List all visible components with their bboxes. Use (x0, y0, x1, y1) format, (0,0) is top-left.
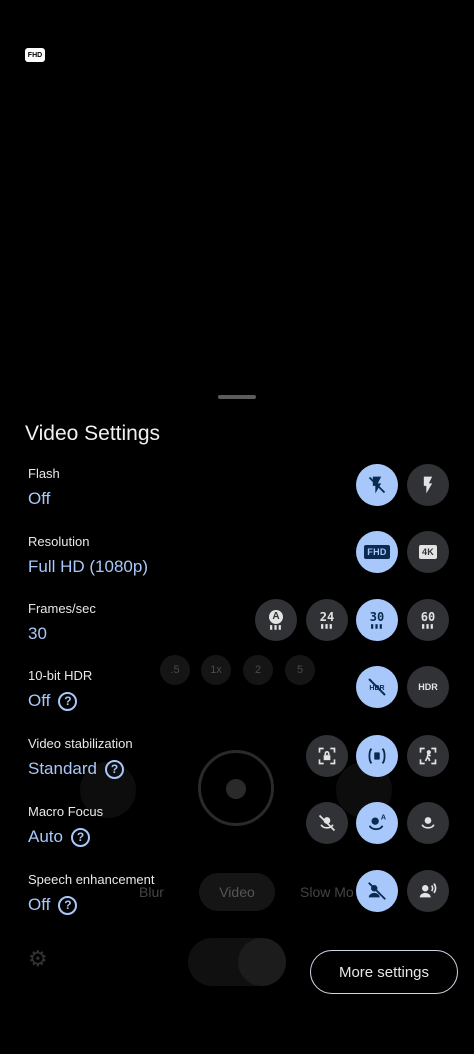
resolution-value-text: Full HD (1080p) (28, 557, 148, 576)
more-settings-button[interactable]: More settings (310, 950, 458, 994)
speech-on-icon (419, 883, 437, 898)
fps-24-button[interactable]: 24 ▮▮▮ (306, 599, 348, 641)
flash-off-icon (368, 476, 386, 494)
resolution-fhd-button[interactable]: FHD (356, 531, 398, 573)
macro-label: Macro Focus (28, 804, 104, 819)
speech-value: Off? (28, 895, 78, 915)
speech-label: Speech enhancement (28, 872, 155, 887)
hdr-off-icon: HDR (368, 678, 386, 696)
speech-off-icon (368, 882, 386, 900)
stabilization-help-icon[interactable]: ? (105, 759, 124, 779)
fps-30-icon: 30 ▮▮▮ (369, 609, 385, 630)
fps-auto-icon: A ▮▮▮ (269, 609, 283, 631)
sheet-drag-handle[interactable] (218, 395, 256, 399)
speech-help-icon[interactable]: ? (58, 895, 78, 915)
fps-60-text: 60 (420, 609, 436, 624)
macro-value: Auto? (28, 827, 90, 847)
fps-auto-button[interactable]: A ▮▮▮ (255, 599, 297, 641)
resolution-4k-button[interactable]: 4K (407, 531, 449, 573)
hdr-on-icon: HDR (418, 682, 438, 692)
hdr-help-icon[interactable]: ? (58, 691, 78, 711)
stabilization-active-icon (419, 747, 437, 765)
flash-off-button[interactable] (356, 464, 398, 506)
flash-on-icon (423, 476, 433, 494)
fps-60-icon: 60 ▮▮▮ (420, 609, 436, 630)
stabilization-active-button[interactable] (407, 735, 449, 777)
macro-off-icon (318, 814, 336, 832)
fps-value: 30 (28, 624, 47, 644)
stabilization-locked-button[interactable] (306, 735, 348, 777)
hdr-on-button[interactable]: HDR (407, 666, 449, 708)
stabilization-label: Video stabilization (28, 736, 133, 751)
hdr-value: Off? (28, 691, 78, 711)
fps-value-text: 30 (28, 624, 47, 643)
hdr-value-text: Off (28, 691, 51, 710)
stabilization-value: Standard? (28, 759, 124, 779)
hdr-off-button[interactable]: HDR (356, 666, 398, 708)
resolution-label: Resolution (28, 534, 90, 549)
fhd-icon: FHD (364, 545, 390, 559)
macro-help-icon[interactable]: ? (70, 827, 90, 847)
macro-auto-icon: A (368, 812, 387, 831)
sheet-title: Video Settings (25, 422, 161, 445)
fps-30-text: 30 (369, 609, 385, 624)
4k-icon: 4K (418, 545, 438, 559)
flash-label: Flash (28, 466, 60, 481)
fps-60-button[interactable]: 60 ▮▮▮ (407, 599, 449, 641)
macro-value-text: Auto (28, 827, 63, 846)
flash-value: Off (28, 489, 50, 509)
macro-on-icon (421, 817, 435, 829)
auto-badge: A (269, 609, 283, 624)
stabilization-standard-icon (368, 748, 386, 764)
macro-on-button[interactable] (407, 802, 449, 844)
flash-on-button[interactable] (407, 464, 449, 506)
hdr-label: 10-bit HDR (28, 668, 93, 683)
speech-off-button[interactable] (356, 870, 398, 912)
macro-off-button[interactable] (306, 802, 348, 844)
flash-value-text: Off (28, 489, 51, 508)
4k-icon-text: 4K (421, 547, 435, 557)
resolution-value: Full HD (1080p) (28, 557, 148, 577)
stabilization-standard-button[interactable] (356, 735, 398, 777)
macro-auto-button[interactable]: A (356, 802, 398, 844)
fps-label: Frames/sec (28, 601, 96, 616)
stabilization-locked-icon (318, 747, 336, 765)
fps-30-button[interactable]: 30 ▮▮▮ (356, 599, 398, 641)
video-settings-sheet: Video Settings Flash Off Resolution Full… (0, 0, 474, 1054)
svg-text:A: A (381, 812, 387, 821)
fps-24-text: 24 (319, 609, 335, 624)
speech-value-text: Off (28, 895, 51, 914)
fhd-icon-text: FHD (367, 547, 387, 557)
stabilization-value-text: Standard (28, 759, 97, 778)
fps-24-icon: 24 ▮▮▮ (319, 609, 335, 630)
speech-on-button[interactable] (407, 870, 449, 912)
